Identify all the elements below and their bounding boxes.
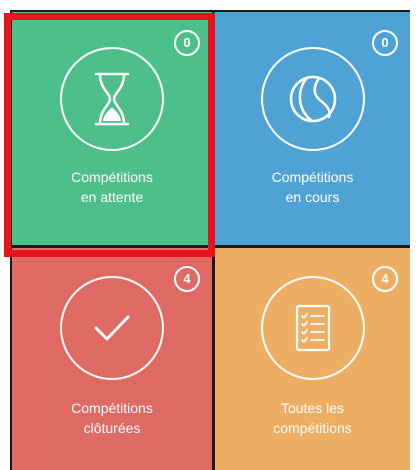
closed-icon-circle — [60, 276, 164, 380]
all-label: Toutes les compétitions — [215, 398, 410, 438]
checkmark-icon — [94, 315, 130, 341]
all-label-line1: Toutes les — [280, 400, 345, 416]
all-count-badge: 4 — [372, 266, 398, 292]
checklist-icon — [295, 304, 330, 352]
competitions-grid: 0 Compétitions en attente 0 Compétitions — [10, 10, 410, 470]
current-label-line2: en cours — [285, 189, 340, 205]
tile-pending-competitions[interactable]: 0 Compétitions en attente — [12, 12, 212, 245]
pending-label-line2: en attente — [80, 189, 144, 205]
tile-all-competitions[interactable]: 4 Toutes les compétitions — [215, 248, 410, 470]
pending-label-line1: Compétitions — [71, 169, 153, 185]
current-label: Compétitions en cours — [215, 167, 410, 207]
pending-label: Compétitions en attente — [12, 167, 212, 207]
closed-label: Compétitions clôturées — [12, 398, 212, 438]
tennis-ball-icon — [289, 75, 336, 123]
current-icon-circle — [260, 47, 365, 151]
closed-label-line1: Compétitions — [71, 400, 153, 416]
current-count-badge: 0 — [372, 30, 398, 56]
current-label-line1: Compétitions — [271, 169, 354, 185]
closed-label-line2: clôturées — [83, 420, 141, 436]
all-icon-circle — [260, 276, 365, 380]
pending-count-badge: 0 — [174, 30, 200, 56]
hourglass-icon — [94, 72, 130, 126]
pending-icon-circle — [60, 47, 164, 151]
tile-closed-competitions[interactable]: 4 Compétitions clôturées — [12, 248, 212, 470]
tile-current-competitions[interactable]: 0 Compétitions en cours — [215, 12, 410, 245]
closed-count-badge: 4 — [174, 266, 200, 292]
all-label-line2: compétitions — [273, 420, 352, 436]
